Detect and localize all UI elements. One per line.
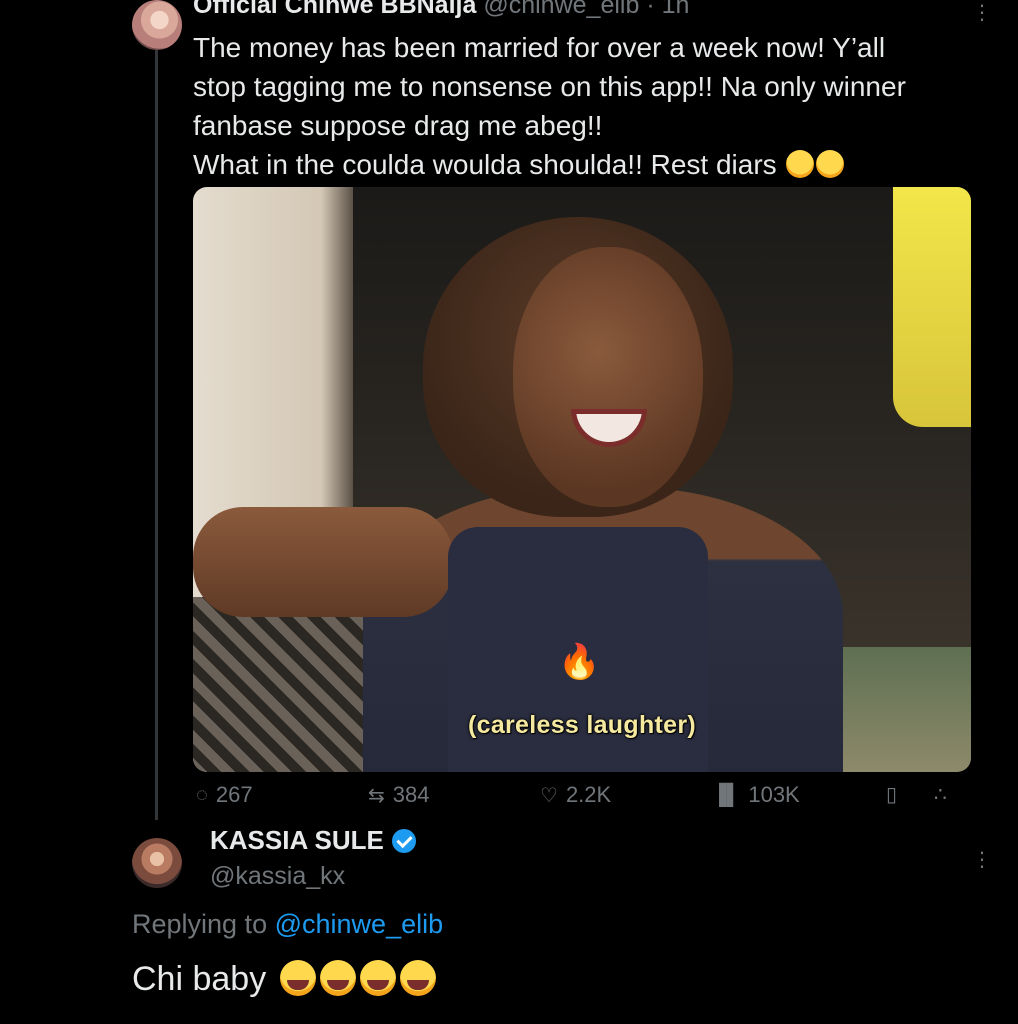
laughing-tears-icon bbox=[319, 960, 356, 996]
views-count: 103K bbox=[748, 782, 800, 807]
media-face bbox=[513, 247, 703, 507]
views-button[interactable]: ▐▌ 103K bbox=[712, 782, 800, 808]
display-name[interactable]: Official Chinwe BBNaija bbox=[193, 0, 476, 19]
tweet-text-line: What in the coulda woulda shoulda!! Rest… bbox=[193, 145, 983, 184]
reply-button[interactable]: ◌ 267 bbox=[196, 782, 253, 808]
avatar[interactable] bbox=[132, 0, 182, 50]
avatar[interactable] bbox=[132, 838, 182, 888]
heart-icon: ♡ bbox=[540, 784, 558, 807]
reply-count: 267 bbox=[215, 782, 253, 807]
bookmark-button[interactable]: ▯ bbox=[886, 782, 897, 807]
repost-count: 384 bbox=[392, 782, 430, 807]
tweet-text: The money has been married for over a we… bbox=[193, 28, 983, 184]
media-arm bbox=[193, 507, 453, 617]
tweet-text-line: fanbase suppose drag me abeg!! bbox=[193, 110, 603, 141]
reply-author: KASSIA SULE bbox=[210, 825, 416, 856]
laughing-tears-icon bbox=[399, 960, 436, 996]
more-options-icon[interactable]: ⋮ bbox=[972, 3, 992, 23]
tweet-text-line: The money has been married for over a we… bbox=[193, 32, 886, 63]
tweet-text-line: stop tagging me to nonsense on this app!… bbox=[193, 71, 906, 102]
shushing-face-icon bbox=[816, 150, 845, 178]
repost-button[interactable]: ⇆ 384 bbox=[368, 782, 429, 808]
verified-badge-icon bbox=[391, 828, 416, 853]
mention-link[interactable]: @chinwe_elib bbox=[275, 909, 444, 939]
more-options-icon[interactable]: ⋮ bbox=[972, 850, 992, 870]
replying-to: Replying to @chinwe_elib bbox=[132, 909, 443, 940]
handle[interactable]: @kassia_kx bbox=[210, 862, 345, 891]
shushing-face-icon bbox=[786, 150, 815, 178]
laughing-tears-icon bbox=[279, 960, 316, 996]
timestamp[interactable]: · 1h bbox=[646, 0, 689, 19]
thread-line bbox=[155, 50, 158, 820]
like-button[interactable]: ♡ 2.2K bbox=[540, 782, 611, 808]
reply-text: Chi baby bbox=[132, 960, 436, 999]
media-bench bbox=[193, 597, 373, 772]
like-count: 2.2K bbox=[565, 782, 612, 807]
bookmark-icon: ▯ bbox=[886, 784, 898, 806]
share-icon: ∴ bbox=[934, 784, 947, 806]
laughing-tears-icon bbox=[359, 960, 396, 996]
reply-text-content: Chi baby bbox=[132, 960, 267, 998]
tweet-media[interactable]: 🔥 (careless laughter) bbox=[193, 187, 971, 772]
share-button[interactable]: ∴ bbox=[934, 782, 947, 807]
reply-icon: ◌ bbox=[196, 783, 208, 806]
views-icon: ▐▌ bbox=[712, 783, 741, 806]
handle[interactable]: @chinwe_elib bbox=[483, 0, 639, 19]
fire-icon: 🔥 bbox=[558, 643, 601, 681]
tweet-header: Official Chinwe BBNaija @chinwe_elib · 1… bbox=[193, 0, 689, 20]
display-name[interactable]: KASSIA SULE bbox=[210, 825, 384, 856]
media-person-background bbox=[893, 187, 971, 427]
repost-icon: ⇆ bbox=[368, 784, 385, 807]
media-caption: (careless laughter) bbox=[467, 711, 696, 739]
replying-to-label: Replying to bbox=[132, 909, 268, 939]
tweet-text-line-content: What in the coulda woulda shoulda!! Rest… bbox=[193, 149, 777, 180]
